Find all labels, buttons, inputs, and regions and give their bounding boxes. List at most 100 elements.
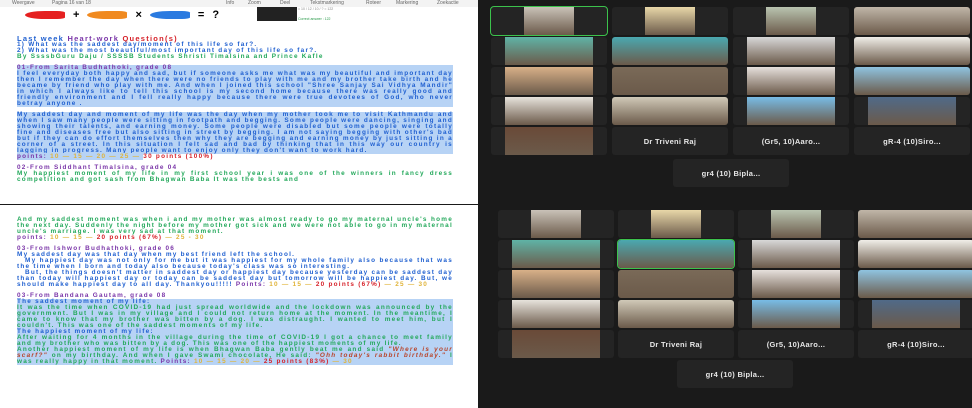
participant-video-tile[interactable] [854, 7, 970, 35]
redacted-box [257, 7, 297, 21]
markup-button[interactable]: Markering [396, 0, 418, 6]
video-feed [747, 67, 835, 95]
puzzle-answer: = 10 / 12 / 10 / ? = 122 Correct answer :… [298, 7, 333, 22]
participant-video-tile[interactable] [491, 37, 607, 65]
participant-video-tile[interactable] [733, 97, 849, 125]
participant-video-tile[interactable] [858, 300, 972, 328]
participant-name: gr4 (10) Bipla... [705, 369, 765, 379]
participant-video-tile[interactable] [498, 270, 614, 298]
participant-video-tile[interactable] [738, 210, 854, 238]
video-feed [505, 127, 593, 155]
video-feed [858, 270, 972, 298]
participant-name: Dr Triveni Raj [643, 136, 697, 146]
video-feed [747, 37, 835, 65]
video-feed [858, 210, 972, 238]
participant-tile[interactable]: (Gr5, 10)Aaro... [738, 330, 854, 358]
participant-video-tile[interactable] [498, 330, 614, 358]
video-gallery: Dr Triveni Raj (Gr5, 10)Aaro... gR-4 (10)S… [486, 205, 972, 408]
participant-video-tile[interactable] [738, 300, 854, 328]
participant-tile[interactable]: gr4 (10) Bipla... [673, 159, 789, 187]
search-button[interactable]: Zoekactie [437, 0, 459, 6]
fish-puzzle: + × = ? [25, 8, 255, 22]
participant-video-tile[interactable] [854, 67, 970, 95]
participant-tile[interactable]: gr4 (10) Bipla... [677, 360, 793, 388]
document-text: Last week Heart-work Question(s) 1) What… [17, 35, 453, 183]
entry-paragraph: It was the time when COVID-19 had just s… [17, 304, 453, 329]
video-feed [505, 67, 593, 95]
participant-video-tile[interactable] [618, 210, 734, 238]
screenshot-bottom: And my saddest moment was when i and my … [0, 205, 972, 408]
entry-paragraph: I feel everyday both happy and sad, but … [17, 70, 453, 107]
participant-name: gr4 (10) Bipla... [701, 168, 761, 178]
participant-video-tile[interactable] [854, 97, 970, 125]
participant-video-tile[interactable] [612, 67, 728, 95]
video-feed [618, 270, 734, 298]
video-feed [645, 7, 695, 35]
participant-video-tile[interactable] [491, 97, 607, 125]
participant-video-tile[interactable] [738, 270, 854, 298]
participant-video-tile[interactable] [491, 127, 607, 155]
participant-name: Dr Triveni Raj [649, 339, 703, 349]
participant-video-tile[interactable] [498, 210, 614, 238]
entry-paragraph: My saddest day and moment of my life was… [17, 111, 453, 154]
participant-name: gR-4 (10)Siro... [883, 136, 941, 146]
participant-video-tile[interactable] [733, 7, 849, 35]
participant-video-tile[interactable] [618, 270, 734, 298]
video-feed [512, 270, 600, 298]
scrollbar[interactable] [478, 205, 484, 408]
times-sign: × [135, 9, 142, 21]
video-feed [752, 240, 840, 268]
participant-video-tile[interactable] [738, 240, 854, 268]
participant-video-tile[interactable] [854, 37, 970, 65]
video-feed [752, 270, 840, 298]
video-feed [766, 7, 816, 35]
zoom-button[interactable]: Zoom [248, 0, 261, 6]
participant-tile[interactable]: gR-4 (10)Siro... [858, 330, 972, 358]
participant-video-tile[interactable] [612, 7, 728, 35]
participant-tile[interactable]: (Gr5, 10)Aaro... [733, 127, 849, 155]
video-feed [524, 7, 574, 35]
info-button[interactable]: Info [226, 0, 234, 6]
video-feed [612, 67, 728, 95]
shared-document: Weergave Pagina 16 van 18 Info Zoom Deel… [0, 0, 484, 204]
participant-tile[interactable]: Dr Triveni Raj [612, 127, 728, 155]
participant-video-tile[interactable] [733, 67, 849, 95]
entry-paragraph: My happiest moment of my life in my firs… [17, 170, 453, 183]
participant-video-tile[interactable] [733, 37, 849, 65]
participant-tile[interactable]: Dr Triveni Raj [618, 330, 734, 358]
video-gallery: Dr Triveni Raj (Gr5, 10)Aaro... gR-4 (10)S… [486, 0, 972, 204]
plus-sign: + [73, 9, 80, 21]
participant-tile[interactable]: gR-4 (10)Siro... [854, 127, 970, 155]
rotate-button[interactable]: Roteer [366, 0, 381, 6]
participant-video-tile[interactable] [612, 97, 728, 125]
participant-video-tile[interactable] [617, 239, 735, 269]
participant-video-tile[interactable] [618, 300, 734, 328]
participant-video-tile[interactable] [858, 210, 972, 238]
participant-name: (Gr5, 10)Aaro... [761, 136, 821, 146]
participant-video-tile[interactable] [858, 240, 972, 268]
participant-video-tile[interactable] [490, 6, 608, 36]
video-feed [747, 97, 835, 125]
view-button[interactable]: Weergave [12, 0, 35, 6]
participant-video-tile[interactable] [498, 240, 614, 268]
video-feed [512, 330, 600, 358]
entry-paragraph: And my saddest moment was when i and my … [17, 216, 453, 235]
participant-video-tile[interactable] [498, 300, 614, 328]
entry-paragraph: Another happiest moment of my life is wh… [17, 346, 453, 365]
video-feed [618, 240, 734, 268]
answer-lines: = 10 / 12 / 10 / ? = 122 [298, 7, 334, 11]
highlight-button[interactable]: Tekstmarkering [310, 0, 344, 6]
participant-video-tile[interactable] [612, 37, 728, 65]
correct-answer: Correct answer : 122 [298, 17, 331, 21]
participant-video-tile[interactable] [858, 270, 972, 298]
video-feed [752, 300, 840, 328]
scrollbar[interactable] [478, 0, 484, 204]
share-button[interactable]: Deel [280, 0, 290, 6]
video-feed [512, 300, 600, 328]
video-feed [854, 67, 970, 95]
video-feed [651, 210, 701, 238]
participant-video-tile[interactable] [491, 67, 607, 95]
video-feed [531, 210, 581, 238]
participant-name: gR-4 (10)Siro... [887, 339, 945, 349]
video-feed [872, 300, 960, 328]
